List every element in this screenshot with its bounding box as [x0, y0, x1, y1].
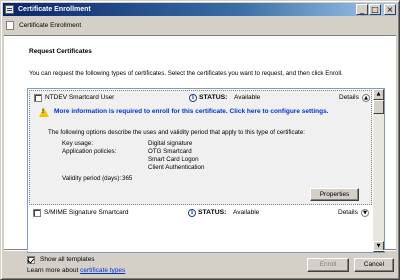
certificate-types-link[interactable]: certificate types: [80, 267, 125, 274]
chevron-down-icon[interactable]: ▼: [361, 209, 369, 217]
certificate-name: NTDEV Smartcard User: [45, 94, 115, 101]
footer-divider: [4, 250, 396, 251]
page-title: Request Certificates: [29, 48, 92, 55]
certificate-enrollment-window: Certificate Enrollment _ □ × Certificate…: [0, 0, 400, 280]
certificate-icon: [6, 21, 14, 30]
certificate-icon: [5, 5, 14, 14]
enroll-button[interactable]: Enroll: [307, 258, 349, 272]
app-policy-item: Client Authentication: [148, 164, 205, 171]
app-policy-item: Smart Card Logon: [148, 156, 199, 163]
warning-icon: !: [39, 108, 49, 117]
wizard-header-text: Certificate Enrollment: [19, 22, 82, 29]
smime-checkbox[interactable]: [33, 209, 41, 217]
configure-settings-link[interactable]: More information is required to enroll f…: [54, 108, 359, 116]
minimize-button[interactable]: _: [356, 4, 368, 15]
maximize-button[interactable]: □: [369, 4, 381, 15]
properties-button[interactable]: Properties: [310, 188, 359, 201]
cancel-button[interactable]: Cancel: [354, 258, 394, 272]
window-title: Certificate Enrollment: [18, 6, 91, 13]
ntdev-checkbox[interactable]: [34, 94, 42, 102]
status-value: Available: [233, 209, 260, 216]
wizard-content: Request Certificates You can request the…: [4, 35, 396, 274]
show-all-templates-label[interactable]: Show all templates: [40, 256, 95, 263]
status-value: Available: [234, 94, 261, 101]
chevron-up-icon[interactable]: ▲: [362, 94, 370, 102]
details-toggle[interactable]: Details: [339, 94, 359, 101]
wizard-header: Certificate Enrollment: [4, 17, 396, 35]
validity-value: 365: [122, 175, 133, 182]
key-usage-value: Digital signature: [148, 140, 193, 147]
list-scrollbar[interactable]: ▲ ▼: [373, 89, 384, 252]
certificate-item-smime[interactable]: S/MIME Signature Smartcard i STATUS: Ava…: [29, 207, 372, 219]
scroll-thumb[interactable]: [373, 100, 384, 114]
learn-more-text: Learn more about certificate types: [27, 267, 125, 274]
status-label: STATUS:: [198, 209, 227, 216]
scroll-up-button[interactable]: ▲: [373, 89, 384, 100]
certificate-item-ntdev[interactable]: NTDEV Smartcard User i STATUS: Available…: [29, 90, 372, 205]
info-icon: i: [189, 94, 197, 102]
key-usage-label: Key usage:: [62, 140, 93, 147]
close-button[interactable]: ×: [384, 4, 396, 15]
details-toggle[interactable]: Details: [338, 209, 358, 216]
show-all-templates-checkbox[interactable]: [27, 256, 35, 264]
certificate-list: NTDEV Smartcard User i STATUS: Available…: [27, 88, 385, 253]
learn-more-prefix: Learn more about: [27, 267, 81, 274]
app-policy-item: OTG Smartcard: [148, 148, 192, 155]
certificate-name: S/MIME Signature Smartcard: [44, 209, 129, 216]
info-icon: i: [188, 209, 196, 217]
status-label: STATUS:: [199, 94, 228, 101]
description-text: The following options describe the uses …: [48, 129, 305, 136]
title-bar[interactable]: Certificate Enrollment _ □ ×: [3, 3, 397, 16]
intro-text: You can request the following types of c…: [29, 70, 343, 77]
validity-label: Validity period (days):: [62, 175, 122, 182]
app-policies-label: Application policies:: [62, 148, 117, 155]
